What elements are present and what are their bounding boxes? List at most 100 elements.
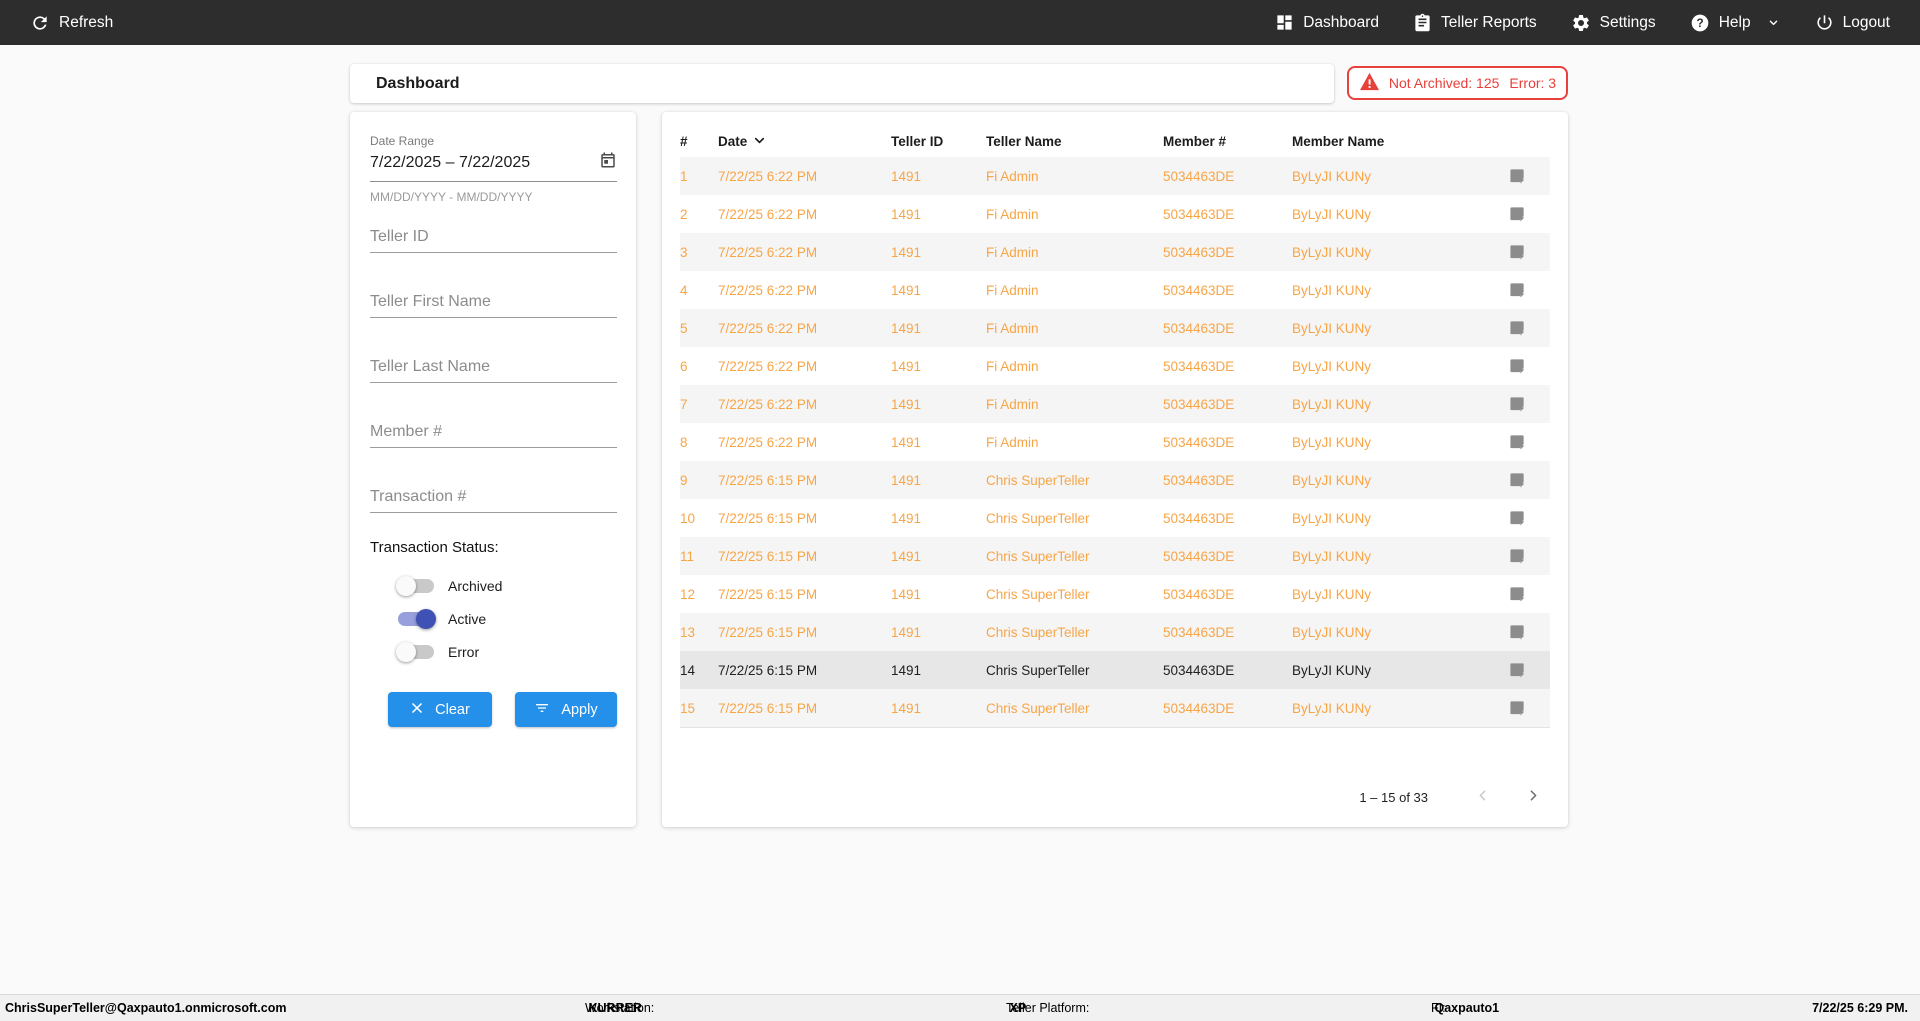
filter-input[interactable] xyxy=(370,228,617,246)
status-toggle-row: Archived xyxy=(396,576,617,596)
toggle-switch[interactable] xyxy=(398,609,436,629)
date-range-label: Date Range xyxy=(370,134,435,148)
nav-logout[interactable]: Logout xyxy=(1815,13,1890,32)
note-icon[interactable] xyxy=(1490,396,1550,413)
clear-button[interactable]: Clear xyxy=(388,692,492,727)
apply-button[interactable]: Apply xyxy=(514,692,617,727)
filter-icon xyxy=(534,700,550,720)
note-icon[interactable] xyxy=(1490,472,1550,489)
table-row[interactable]: 4 7/22/25 6:22 PM 1491 Fi Admin 5034463D… xyxy=(680,271,1550,309)
status-bar: ChrisSuperTeller@Qaxpauto1.onmicrosoft.c… xyxy=(0,994,1920,1021)
transactions-table-card: # Date Teller ID Teller Name Member # Me… xyxy=(662,112,1568,827)
filter-input[interactable] xyxy=(370,293,617,311)
nav-dashboard-label: Dashboard xyxy=(1303,13,1380,31)
refresh-label: Refresh xyxy=(59,13,114,31)
toggle-switch[interactable] xyxy=(396,576,434,596)
table-row[interactable]: 14 7/22/25 6:15 PM 1491 Chris SuperTelle… xyxy=(680,651,1550,689)
col-header-member-num[interactable]: Member # xyxy=(1163,134,1292,149)
clipboard-icon xyxy=(1413,13,1432,32)
table-row[interactable]: 9 7/22/25 6:15 PM 1491 Chris SuperTeller… xyxy=(680,461,1550,499)
table-row[interactable]: 15 7/22/25 6:15 PM 1491 Chris SuperTelle… xyxy=(680,689,1550,727)
table-row[interactable]: 11 7/22/25 6:15 PM 1491 Chris SuperTelle… xyxy=(680,537,1550,575)
filter-field xyxy=(370,358,617,383)
pagination: 1 – 15 of 33 xyxy=(1359,787,1542,807)
filter-field xyxy=(370,293,617,318)
date-range-input[interactable] xyxy=(370,153,599,172)
filter-field xyxy=(370,488,617,513)
filter-fields xyxy=(370,228,617,513)
date-range-helper: MM/DD/YYYY - MM/DD/YYYY xyxy=(370,190,533,204)
status-alert-badge[interactable]: Not Archived: 125 Error: 3 xyxy=(1347,66,1568,100)
nav-dashboard[interactable]: Dashboard xyxy=(1275,13,1379,32)
table-row[interactable]: 6 7/22/25 6:22 PM 1491 Fi Admin 5034463D… xyxy=(680,347,1550,385)
note-icon[interactable] xyxy=(1490,282,1550,299)
nav-help-label: Help xyxy=(1718,13,1751,31)
filter-input[interactable] xyxy=(370,358,617,376)
pagination-next-button[interactable] xyxy=(1525,787,1542,807)
status-timestamp: 7/22/25 6:29 PM. xyxy=(1812,1001,1908,1015)
nav-logout-label: Logout xyxy=(1842,13,1890,31)
date-range-field xyxy=(370,151,617,182)
apply-button-label: Apply xyxy=(561,701,598,718)
note-icon[interactable] xyxy=(1490,700,1550,717)
col-header-member-name[interactable]: Member Name xyxy=(1292,134,1490,149)
toggle-group: Archived Active Error xyxy=(370,576,617,662)
table-row[interactable]: 3 7/22/25 6:22 PM 1491 Fi Admin 5034463D… xyxy=(680,233,1550,271)
alert-not-archived: Not Archived: 125 xyxy=(1388,75,1500,91)
nav-teller-reports-label: Teller Reports xyxy=(1441,13,1537,31)
filter-field xyxy=(370,423,617,448)
page-title: Dashboard xyxy=(376,74,460,92)
workstation-status: Workstation: KURRER xyxy=(585,1001,655,1015)
warning-icon xyxy=(1359,72,1380,94)
nav-settings[interactable]: Settings xyxy=(1571,13,1656,33)
power-icon xyxy=(1815,13,1834,32)
toggle-switch[interactable] xyxy=(396,642,434,662)
col-header-teller-id[interactable]: Teller ID xyxy=(891,134,986,149)
table-row[interactable]: 7 7/22/25 6:22 PM 1491 Fi Admin 5034463D… xyxy=(680,385,1550,423)
logged-in-user: ChrisSuperTeller@Qaxpauto1.onmicrosoft.c… xyxy=(5,1001,287,1015)
filter-actions: Clear Apply xyxy=(388,692,617,727)
table-row[interactable]: 8 7/22/25 6:22 PM 1491 Fi Admin 5034463D… xyxy=(680,423,1550,461)
toggle-label: Error xyxy=(448,644,480,660)
nav-help[interactable]: ? Help xyxy=(1690,13,1781,33)
col-header-num[interactable]: # xyxy=(680,134,718,149)
table-header-row: # Date Teller ID Teller Name Member # Me… xyxy=(680,126,1550,157)
col-header-teller-name[interactable]: Teller Name xyxy=(986,134,1163,149)
note-icon[interactable] xyxy=(1490,320,1550,337)
table-row[interactable]: 10 7/22/25 6:15 PM 1491 Chris SuperTelle… xyxy=(680,499,1550,537)
note-icon[interactable] xyxy=(1490,624,1550,641)
filter-field xyxy=(370,228,617,253)
note-icon[interactable] xyxy=(1490,662,1550,679)
note-icon[interactable] xyxy=(1490,586,1550,603)
svg-text:?: ? xyxy=(1696,17,1703,30)
sort-desc-icon xyxy=(752,133,767,151)
nav-teller-reports[interactable]: Teller Reports xyxy=(1413,13,1537,32)
calendar-icon[interactable] xyxy=(599,151,617,174)
toggle-label: Active xyxy=(448,611,487,627)
table-row[interactable]: 13 7/22/25 6:15 PM 1491 Chris SuperTelle… xyxy=(680,613,1550,651)
note-icon[interactable] xyxy=(1490,548,1550,565)
filter-input[interactable] xyxy=(370,423,617,441)
note-icon[interactable] xyxy=(1490,244,1550,261)
pagination-range-label: 1 – 15 of 33 xyxy=(1359,789,1428,805)
note-icon[interactable] xyxy=(1490,510,1550,527)
table-row[interactable]: 2 7/22/25 6:22 PM 1491 Fi Admin 5034463D… xyxy=(680,195,1550,233)
col-header-date[interactable]: Date xyxy=(718,133,891,151)
table-row[interactable]: 12 7/22/25 6:15 PM 1491 Chris SuperTelle… xyxy=(680,575,1550,613)
clear-button-label: Clear xyxy=(435,701,470,718)
toggle-label: Archived xyxy=(448,578,503,594)
fi-status: FI: Qaxpauto1 xyxy=(1431,1001,1500,1015)
filter-input[interactable] xyxy=(370,488,617,506)
help-icon: ? xyxy=(1690,13,1710,33)
note-icon[interactable] xyxy=(1490,206,1550,223)
gear-icon xyxy=(1571,13,1591,33)
status-toggle-row: Active xyxy=(398,609,617,629)
table-row[interactable]: 5 7/22/25 6:22 PM 1491 Fi Admin 5034463D… xyxy=(680,309,1550,347)
platform-status: Teller Platform: XP xyxy=(1006,1001,1090,1015)
note-icon[interactable] xyxy=(1490,358,1550,375)
note-icon[interactable] xyxy=(1490,434,1550,451)
table-row[interactable]: 1 7/22/25 6:22 PM 1491 Fi Admin 5034463D… xyxy=(680,157,1550,195)
note-icon[interactable] xyxy=(1490,168,1550,185)
pagination-prev-button[interactable] xyxy=(1474,787,1491,807)
refresh-button[interactable]: Refresh xyxy=(30,13,113,33)
